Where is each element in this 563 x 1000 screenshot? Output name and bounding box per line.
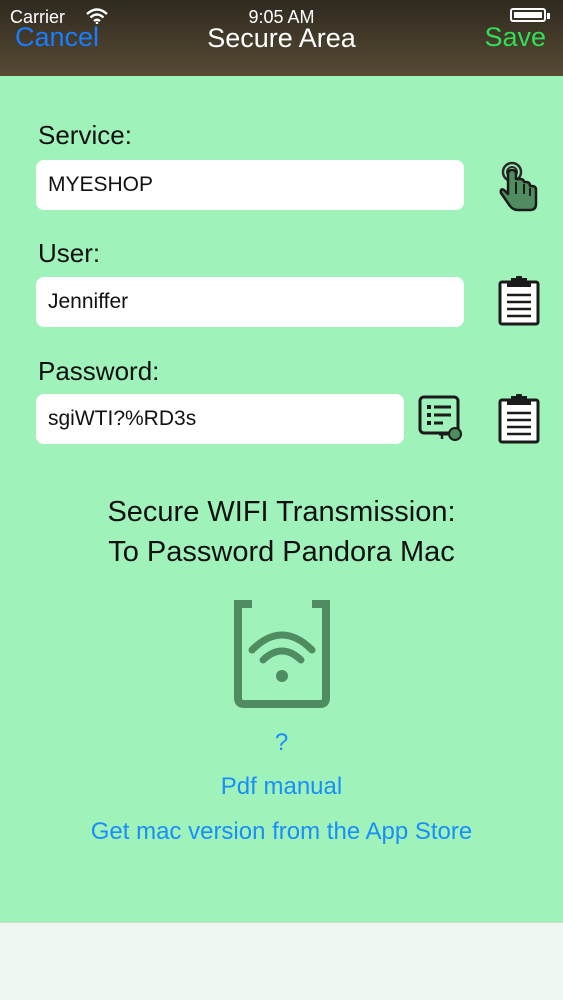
service-field[interactable]: MYESHOP — [36, 160, 464, 210]
transmission-line-2: To Password Pandora Mac — [108, 536, 455, 568]
password-list-key-icon[interactable] — [417, 394, 465, 449]
pdf-manual-link[interactable]: Pdf manual — [0, 773, 563, 801]
hand-pointer-icon[interactable] — [496, 160, 542, 219]
app-store-link[interactable]: Get mac version from the App Store — [0, 818, 563, 846]
user-field[interactable]: Jenniffer — [36, 277, 464, 327]
password-label: Password: — [38, 356, 160, 386]
transmission-heading: Secure WIFI Transmission: To Password Pa… — [0, 492, 563, 572]
wifi-device-icon[interactable] — [230, 600, 334, 715]
bottom-toolbar — [0, 922, 563, 1000]
service-label: Service: — [38, 120, 132, 150]
transmission-line-1: Secure WIFI Transmission: — [107, 496, 456, 528]
user-label: User: — [38, 238, 101, 268]
clipboard-icon[interactable] — [497, 276, 541, 331]
clipboard-icon[interactable] — [497, 394, 541, 449]
page-title: Secure Area — [207, 23, 356, 53]
help-link[interactable]: ? — [0, 729, 563, 757]
navigation-bar: Carrier 9:05 AM Cancel Secure Area Save — [0, 0, 563, 76]
password-field[interactable]: sgiWTI?%RD3s — [36, 394, 404, 444]
save-button[interactable]: Save — [484, 20, 546, 54]
